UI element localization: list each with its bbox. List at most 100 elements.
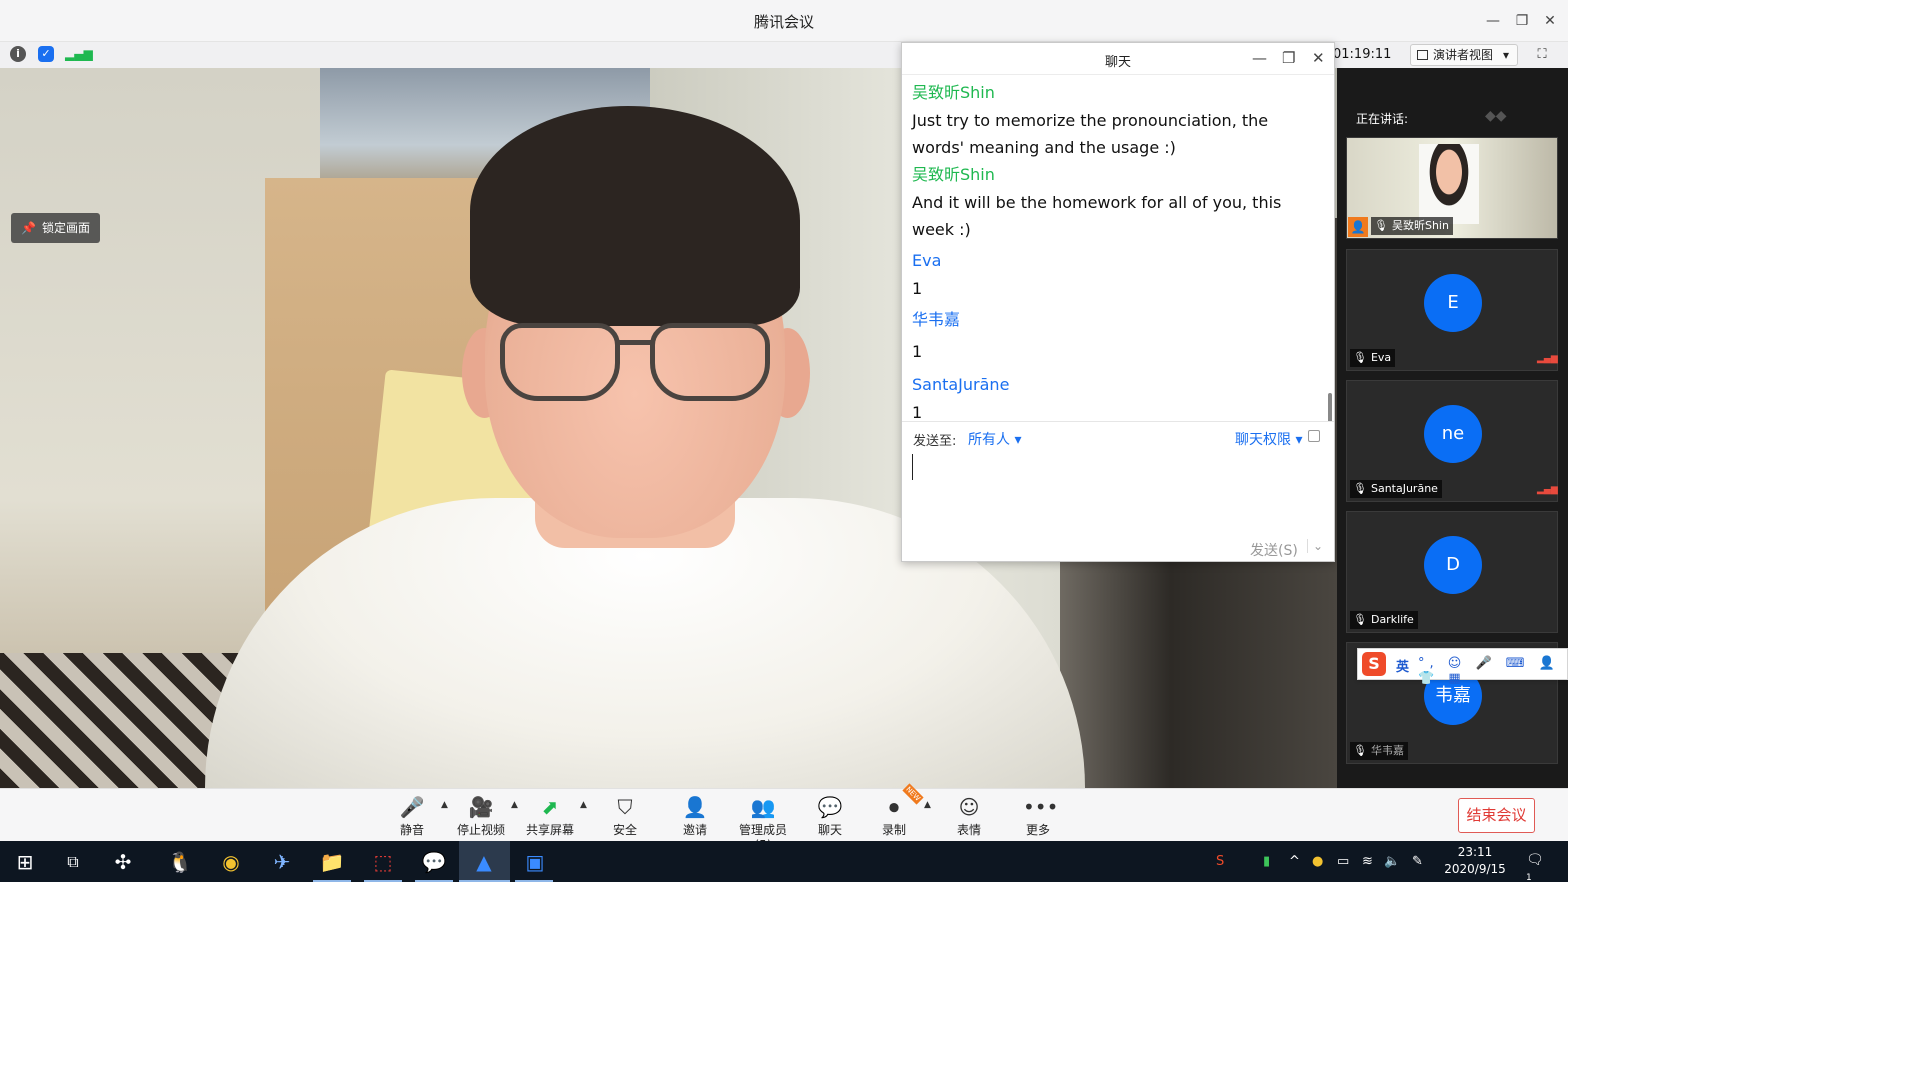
- close-button[interactable]: ✕: [1541, 12, 1559, 30]
- participant-tile[interactable]: D 🎙 Darklife: [1346, 511, 1558, 633]
- share-screen-button[interactable]: ⬈ 共享屏幕: [525, 795, 575, 838]
- pin-icon: 📌: [21, 221, 36, 235]
- ime-toolbar[interactable]: S 英 °, ☺ 🎤 ⌨ 👤 👕 ▦: [1357, 648, 1568, 686]
- meeting-timer: 01:19:11: [1333, 47, 1392, 62]
- clock-date: 2020/9/15: [1444, 862, 1506, 876]
- meeting-toolbar: 🎤静音 ▲ 🎥停止视频 ▲ ⬈共享屏幕 ▲ ⛉安全 👤邀请 👥管理成员(5) 💬…: [0, 783, 1568, 852]
- message-sender: Eva: [912, 251, 942, 270]
- participant-name-tag: 🎙 Darklife: [1350, 611, 1418, 629]
- share-options-arrow-icon[interactable]: ▲: [580, 800, 587, 810]
- participant-name-tag: 🎙 SantaJurāne: [1350, 480, 1442, 498]
- chat-icon: 💬: [817, 795, 843, 819]
- chevron-up-icon[interactable]: ^: [1289, 854, 1300, 869]
- popout-icon[interactable]: [1308, 430, 1320, 442]
- shield-icon: ⛉: [617, 795, 633, 819]
- recipient-dropdown[interactable]: 所有人 ▾: [968, 429, 1021, 449]
- windows-taskbar: ⊞ ⧉ ✣ 🐧 ◉ ✈ 📁 ⬚ 💬 ▲ ▣ S ▮ ^ ● ▭ ≋ 🔈 ✎ 23…: [0, 841, 1568, 882]
- host-icon: 👤: [1348, 217, 1368, 237]
- mic-options-arrow-icon[interactable]: ▲: [441, 800, 448, 810]
- app-pinwheel-icon[interactable]: ✣: [110, 849, 136, 875]
- security-button[interactable]: ⛉ 安全: [610, 795, 640, 838]
- participant-tile[interactable]: 👤 🎙 吴致昕Shin: [1346, 137, 1558, 239]
- sogou-tray-icon[interactable]: S: [1216, 854, 1224, 869]
- view-mode-dropdown[interactable]: 演讲者视图 ▾: [1410, 44, 1518, 66]
- emoji-icon: ☺: [958, 795, 980, 819]
- mute-button[interactable]: 🎤 静音: [396, 795, 428, 838]
- record-options-arrow-icon[interactable]: ▲: [924, 800, 931, 810]
- shield-icon[interactable]: ✓: [38, 46, 54, 62]
- qq-icon[interactable]: 🐧: [167, 849, 193, 875]
- chrome-icon[interactable]: ◉: [218, 849, 244, 875]
- send-options-dropdown[interactable]: ⌄: [1307, 539, 1323, 553]
- sogou-logo-icon[interactable]: S: [1362, 652, 1386, 676]
- file-explorer-icon[interactable]: 📁: [319, 849, 345, 875]
- ime-mode-toggle[interactable]: 英: [1396, 656, 1409, 675]
- signal-weak-icon: ▂▄▆: [1537, 485, 1558, 495]
- title-bar: 腾讯会议 — ❐ ✕: [0, 0, 1568, 42]
- participant-name-tag: 🎙 华韦嘉: [1350, 742, 1408, 760]
- pen-icon[interactable]: ✎: [1412, 854, 1423, 869]
- clock-time: 23:11: [1457, 845, 1493, 859]
- avatar: ne: [1424, 405, 1482, 463]
- chat-close-button[interactable]: ✕: [1312, 49, 1325, 67]
- battery-tray-icon[interactable]: ▮: [1263, 854, 1270, 869]
- volume-icon[interactable]: 🔈: [1384, 854, 1400, 869]
- pdf-reader-icon[interactable]: ⬚: [370, 849, 396, 875]
- end-meeting-button[interactable]: 结束会议: [1458, 798, 1535, 833]
- notification-icon[interactable]: 🗨1: [1526, 852, 1548, 882]
- record-icon: ⏺: [889, 795, 899, 819]
- stop-video-button[interactable]: 🎥 停止视频: [456, 795, 506, 838]
- participant-tile[interactable]: E 🎙 Eva ▂▄▆: [1346, 249, 1558, 371]
- chat-input[interactable]: [912, 454, 913, 480]
- feishu-icon[interactable]: ✈: [269, 849, 295, 875]
- mic-muted-icon: 🎙: [1353, 613, 1367, 626]
- avatar: E: [1424, 274, 1482, 332]
- window-title: 腾讯会议: [753, 13, 814, 31]
- ime-tools-icon[interactable]: °, ☺ 🎤 ⌨ 👤 👕 ▦: [1418, 656, 1567, 686]
- chat-scrollbar[interactable]: [1328, 393, 1332, 421]
- emoji-button[interactable]: ☺ 表情: [954, 795, 984, 838]
- notification-count: 1: [1526, 873, 1532, 882]
- microphone-icon: 🎤: [399, 795, 425, 819]
- video-options-arrow-icon[interactable]: ▲: [511, 800, 518, 810]
- tencent-meeting-alt-icon[interactable]: ▣: [522, 849, 548, 875]
- view-mode-label: 演讲者视图: [1433, 48, 1494, 62]
- signal-weak-icon: ▂▄▆: [1537, 354, 1558, 364]
- chat-message-list[interactable]: 吴致昕Shin Just try to memorize the pronoun…: [902, 75, 1334, 421]
- message-sender: 吴致昕Shin: [912, 83, 995, 102]
- task-view-icon[interactable]: ⧉: [60, 849, 86, 875]
- tencent-meeting-logo-icon: ◆◆: [1485, 108, 1507, 124]
- fullscreen-icon[interactable]: ⛶: [1534, 47, 1550, 63]
- tencent-meeting-icon[interactable]: ▲: [471, 849, 497, 875]
- chat-maximize-button[interactable]: ❐: [1282, 49, 1295, 67]
- video-camera-icon: 🎥: [468, 795, 494, 819]
- participant-name-tag: 🎙 吴致昕Shin: [1371, 217, 1453, 235]
- send-button[interactable]: 发送(S): [1250, 540, 1298, 560]
- participant-name-tag: 🎙 Eva: [1350, 349, 1396, 367]
- chat-composer: 发送至: 所有人 ▾ 聊天权限 ▾ 发送(S) ⌄: [902, 421, 1334, 561]
- wechat-icon[interactable]: 💬: [421, 849, 447, 875]
- minimize-button[interactable]: —: [1484, 12, 1502, 30]
- more-button[interactable]: ••• 更多: [1023, 795, 1059, 838]
- chevron-down-icon: ▾: [1502, 48, 1509, 62]
- chat-permission-dropdown[interactable]: 聊天权限 ▾: [1235, 429, 1302, 449]
- avatar: D: [1424, 536, 1482, 594]
- signal-bars-icon[interactable]: ▂▄▆: [65, 46, 93, 62]
- chat-window: 聊天 — ❐ ✕ 吴致昕Shin Just try to memorize th…: [901, 42, 1335, 562]
- record-button[interactable]: ⏺ 录制: [879, 795, 909, 838]
- security-tray-icon[interactable]: ●: [1312, 854, 1323, 869]
- more-icon: •••: [1023, 795, 1059, 819]
- lock-view-button[interactable]: 📌 锁定画面: [11, 213, 100, 243]
- chat-header: 聊天 — ❐ ✕: [902, 43, 1334, 75]
- chat-button[interactable]: 💬 聊天: [815, 795, 845, 838]
- restore-button[interactable]: ❐: [1513, 12, 1531, 30]
- taskbar-clock[interactable]: 23:11 2020/9/15: [1444, 844, 1506, 878]
- power-icon[interactable]: ▭: [1337, 854, 1349, 869]
- info-icon[interactable]: i: [10, 46, 26, 62]
- chat-minimize-button[interactable]: —: [1252, 49, 1267, 67]
- participant-tile[interactable]: ne 🎙 SantaJurāne ▂▄▆: [1346, 380, 1558, 502]
- windows-start-icon[interactable]: ⊞: [12, 849, 38, 875]
- invite-button[interactable]: 👤 邀请: [680, 795, 710, 838]
- message-sender: SantaJurāne: [912, 375, 1010, 394]
- wifi-icon[interactable]: ≋: [1362, 854, 1373, 869]
